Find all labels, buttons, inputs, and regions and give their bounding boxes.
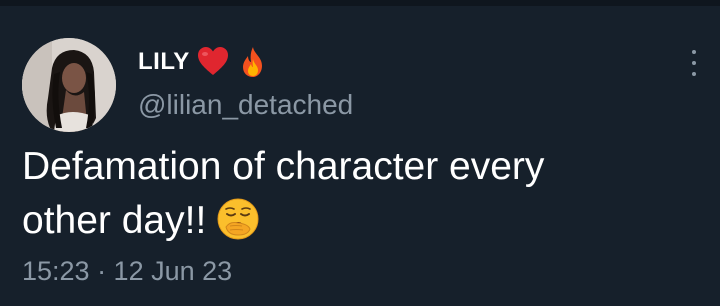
dot xyxy=(692,72,696,76)
tweet-text: Defamation of character every other day!… xyxy=(22,140,682,248)
display-name[interactable]: LILY xyxy=(138,48,190,76)
author-name-row[interactable]: LILY xyxy=(138,42,270,82)
red-heart-icon xyxy=(196,45,230,79)
avatar[interactable] xyxy=(22,38,116,132)
dot xyxy=(692,50,696,54)
profile-photo xyxy=(22,38,116,132)
fire-icon xyxy=(236,45,270,79)
tweet-text-line-2: other day!! xyxy=(22,194,682,248)
tweet-text-line-2-text: other day!! xyxy=(22,199,207,242)
dot xyxy=(692,61,696,65)
tweet-text-line-1: Defamation of character every xyxy=(22,145,545,188)
yawning-face-icon xyxy=(216,197,260,241)
tweet-card: LILY @lilian_detached Defamation of char… xyxy=(0,0,720,306)
timestamp[interactable]: 15:23 · 12 Jun 23 xyxy=(22,256,232,287)
more-vertical-icon[interactable] xyxy=(682,48,706,78)
user-handle[interactable]: @lilian_detached xyxy=(138,89,353,121)
